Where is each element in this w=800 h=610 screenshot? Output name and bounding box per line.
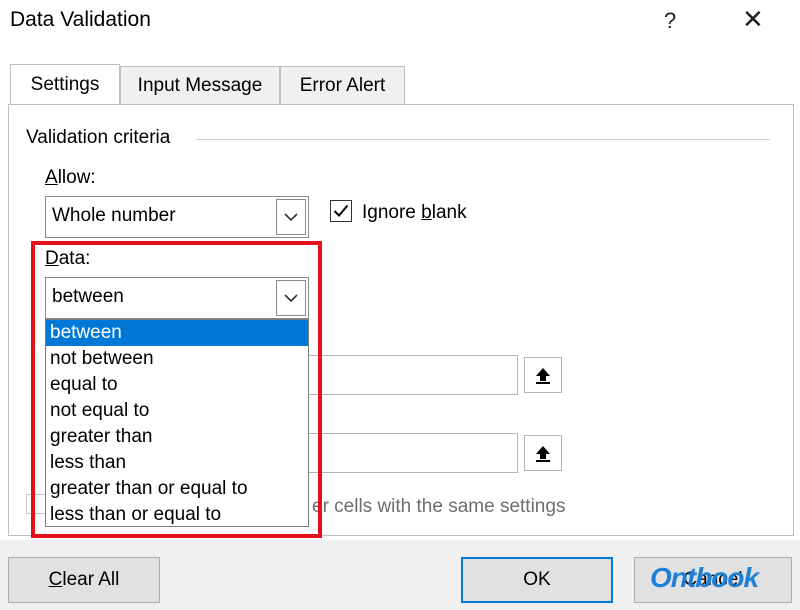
window-title: Data Validation <box>10 8 151 31</box>
tab-settings[interactable]: Settings <box>10 64 120 104</box>
watermark-logo: Ontbook <box>650 562 759 593</box>
ignore-blank-checkbox[interactable] <box>330 200 352 222</box>
list-item[interactable]: not between <box>46 346 308 372</box>
list-item[interactable]: equal to <box>46 372 308 398</box>
maximum-input[interactable] <box>300 433 518 473</box>
upload-arrow-icon <box>536 368 550 384</box>
list-item[interactable]: greater than <box>46 424 308 450</box>
apply-all-checkbox[interactable] <box>26 494 46 514</box>
allow-dropdown-value: Whole number <box>52 205 176 226</box>
chevron-down-icon[interactable] <box>276 280 306 316</box>
checkmark-icon <box>333 204 349 217</box>
upload-arrow-icon <box>536 446 550 462</box>
list-item[interactable]: greater than or equal to <box>46 476 308 502</box>
tab-input-message[interactable]: Input Message <box>120 66 280 104</box>
tab-settings-label: Settings <box>30 73 100 95</box>
ok-button[interactable]: OK <box>461 557 613 603</box>
range-select-button[interactable] <box>524 435 562 471</box>
list-item[interactable]: less than <box>46 450 308 476</box>
validation-criteria-title: Validation criteria <box>26 127 171 148</box>
tab-error-alert[interactable]: Error Alert <box>280 66 405 104</box>
data-dropdown[interactable]: between <box>45 277 309 319</box>
list-item[interactable]: between <box>46 320 308 346</box>
apply-all-label[interactable]: er cells with the same settings <box>312 496 565 518</box>
section-divider <box>196 139 770 140</box>
data-label: Data: <box>45 248 91 269</box>
tab-input-message-label: Input Message <box>137 74 263 96</box>
allow-label: Allow: <box>45 167 96 188</box>
data-options-list: between not between equal to not equal t… <box>45 319 309 527</box>
list-item[interactable]: less than or equal to <box>46 502 308 528</box>
list-item[interactable]: not equal to <box>46 398 308 424</box>
data-dropdown-value: between <box>52 286 124 307</box>
allow-dropdown[interactable]: Whole number <box>45 196 309 238</box>
range-select-button[interactable] <box>524 357 562 393</box>
minimum-input[interactable] <box>300 355 518 395</box>
close-icon[interactable]: ✕ <box>742 4 764 35</box>
ignore-blank-label[interactable]: Ignore blank <box>362 202 467 224</box>
tab-error-alert-label: Error Alert <box>299 74 386 96</box>
help-icon[interactable]: ? <box>664 8 676 34</box>
chevron-down-icon[interactable] <box>276 199 306 235</box>
clear-all-button[interactable]: Clear All <box>8 557 160 603</box>
